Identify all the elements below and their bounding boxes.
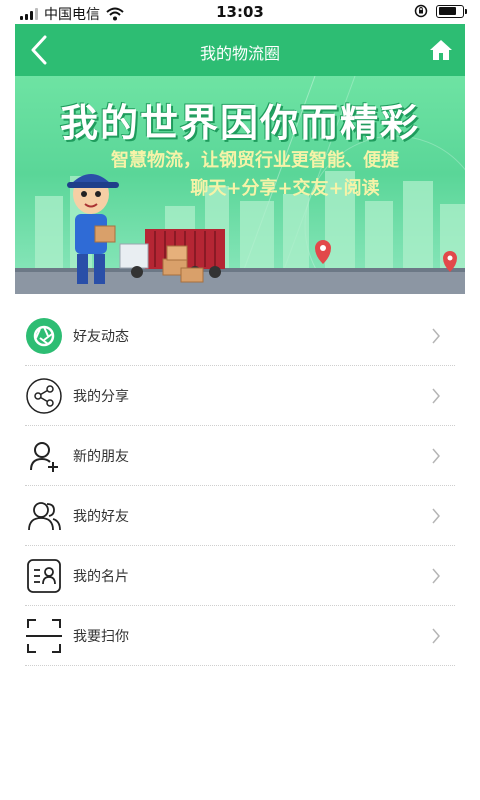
scan-icon [25,617,63,655]
menu-item-friend-moments[interactable]: 好友动态 [25,306,455,366]
nav-bar: 我的物流圈 [15,24,465,76]
chevron-right-icon [432,448,440,464]
status-bar: 中国电信 13:03 [0,0,480,24]
chevron-right-icon [432,328,440,344]
battery-icon [436,4,467,18]
share-icon [25,377,63,415]
banner-title: 我的世界因你而精彩 [59,101,420,145]
business-card-icon [25,557,63,595]
menu-label: 我的名片 [73,568,129,585]
chevron-right-icon [432,568,440,584]
menu-label: 我要扫你 [73,628,129,645]
promo-banner: 我的世界因你而精彩 智慧物流，让钢贸行业更智能、便捷 聊天+分享+交友+阅读 [15,76,465,294]
menu-label: 好友动态 [73,328,129,345]
page-title: 我的物流圈 [199,44,280,63]
rotation-lock-icon [414,4,428,18]
add-user-icon [25,437,63,475]
menu-item-my-shares[interactable]: 我的分享 [25,366,455,426]
chevron-right-icon [432,508,440,524]
menu-item-scan[interactable]: 我要扫你 [25,606,455,666]
status-time: 13:03 [216,3,264,21]
friends-icon [25,497,63,535]
home-icon [430,40,452,60]
menu-label: 我的好友 [73,508,129,525]
menu-item-new-friends[interactable]: 新的朋友 [25,426,455,486]
menu-label: 我的分享 [73,388,129,405]
menu-item-business-card[interactable]: 我的名片 [25,546,455,606]
menu-list: 好友动态 我的分享 新的朋友 我的好友 我的名片 我要扫你 [25,306,455,666]
chevron-right-icon [432,388,440,404]
menu-item-my-friends[interactable]: 我的好友 [25,486,455,546]
home-button[interactable] [425,34,457,66]
camera-aperture-icon [25,317,63,355]
banner-subtitle-2: 聊天+分享+交友+阅读 [190,178,380,199]
banner-subtitle-1: 智慧物流，让钢贸行业更智能、便捷 [111,150,399,171]
chevron-right-icon [432,628,440,644]
status-right [414,4,467,18]
menu-label: 新的朋友 [73,448,129,465]
